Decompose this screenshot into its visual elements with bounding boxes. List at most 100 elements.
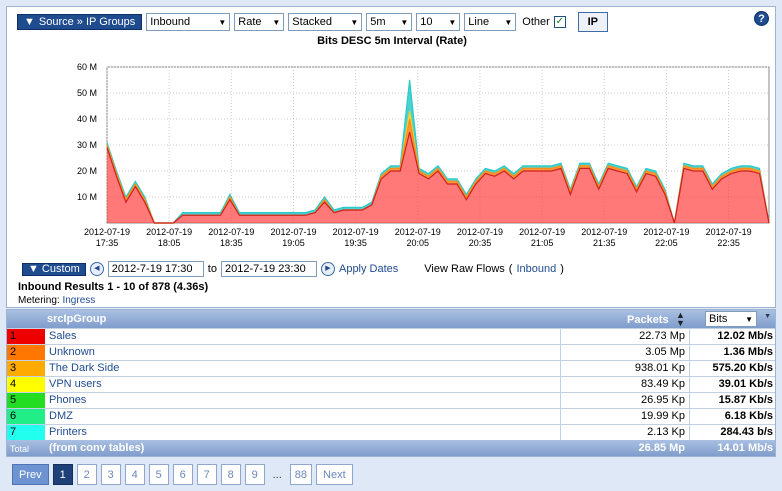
page-button[interactable]: 9 — [244, 464, 265, 485]
packets-cell: 19.99 Kp — [640, 410, 685, 422]
table-row: 3 The Dark Side 938.01 Kp 575.20 Kb/s — [7, 360, 775, 376]
table-row: 1 Sales 22.73 Mp 12.02 Mb/s — [7, 328, 775, 344]
table-body: 1 Sales 22.73 Mp 12.02 Mb/s 2 Unknown 3.05 Mp 1… — [7, 328, 775, 440]
group-link[interactable]: Sales — [49, 329, 77, 344]
table-row: 2 Unknown 3.05 Mp 1.36 Mb/s — [7, 344, 775, 360]
rank-swatch: 7 — [7, 425, 45, 440]
x-tick-label: 19:35 — [344, 238, 367, 248]
x-tick-label: 2012-07-19 — [643, 227, 689, 237]
ip-button[interactable]: IP — [577, 12, 608, 32]
group-link[interactable]: The Dark Side — [49, 361, 119, 376]
y-tick-label: 10 M — [77, 192, 97, 202]
cell-divider — [560, 329, 561, 344]
groups-menu-button[interactable]: ▼ Source » IP Groups — [17, 14, 143, 30]
count-select[interactable]: 10 ▼ — [416, 13, 461, 31]
rank-swatch: 6 — [7, 409, 45, 424]
toolbar: ▼ Source » IP Groups Inbound ▼ Rate ▼ Stac… — [17, 12, 608, 32]
y-tick-label: 20 M — [77, 166, 97, 176]
page-button[interactable]: 4 — [124, 464, 145, 485]
column-header-name[interactable]: srcIpGroup — [47, 313, 106, 325]
prev-range-icon[interactable]: ◀ — [89, 262, 104, 276]
page-button[interactable]: 8 — [220, 464, 241, 485]
bits-cell: 284.43 b/s — [689, 425, 775, 440]
column-header-packets[interactable]: Packets — [627, 314, 669, 326]
x-tick-label: 22:35 — [717, 238, 740, 248]
x-tick-label: 2012-07-19 — [270, 227, 316, 237]
style-select[interactable]: Line ▼ — [464, 13, 517, 31]
page-button[interactable]: 1 — [52, 464, 73, 485]
packets-cell: 2.13 Kp — [647, 426, 685, 438]
metering-link[interactable]: Ingress — [62, 295, 95, 306]
rank-swatch: 1 — [7, 329, 45, 344]
traffic-chart: 10 M20 M30 M40 M50 M60 M2012-07-1917:352… — [77, 62, 770, 248]
page-button[interactable]: 7 — [196, 464, 217, 485]
bits-unit-select[interactable]: Bits ▼ — [705, 311, 757, 327]
page-button[interactable]: 2 — [76, 464, 97, 485]
y-tick-label: 60 M — [77, 62, 97, 72]
date-range-row: ▼ Custom ◀ 2012-7-19 17:30 to 2012-7-19 … — [22, 261, 564, 277]
packets-cell: 22.73 Mp — [639, 330, 685, 342]
page-button[interactable]: 6 — [172, 464, 193, 485]
x-tick-label: 21:05 — [531, 238, 554, 248]
group-link[interactable]: DMZ — [49, 409, 73, 424]
y-tick-label: 40 M — [77, 114, 97, 124]
x-tick-label: 2012-07-19 — [581, 227, 627, 237]
page-button[interactable]: 5 — [148, 464, 169, 485]
x-tick-label: 20:05 — [407, 238, 430, 248]
raw-flows-inbound-link[interactable]: Inbound — [516, 263, 556, 275]
chevron-down-icon: ▼ — [272, 17, 281, 27]
help-icon[interactable]: ? — [754, 11, 769, 26]
x-tick-label: 2012-07-19 — [706, 227, 752, 237]
other-checkbox[interactable]: ✓ — [553, 16, 566, 28]
x-tick-label: 2012-07-19 — [208, 227, 254, 237]
cell-divider — [560, 425, 561, 440]
to-date-input[interactable]: 2012-7-19 23:30 — [220, 261, 317, 277]
bits-cell: 575.20 Kb/s — [689, 361, 775, 376]
mode-select[interactable]: Stacked ▼ — [288, 13, 363, 31]
group-link[interactable]: VPN users — [49, 377, 102, 392]
next-page-button[interactable]: Next — [316, 464, 353, 485]
chevron-down-icon: ▼ — [350, 17, 359, 27]
x-tick-label: 17:35 — [96, 238, 119, 248]
group-link[interactable]: Phones — [49, 393, 86, 408]
group-link[interactable]: Unknown — [49, 345, 95, 360]
x-tick-label: 21:35 — [593, 238, 616, 248]
to-label: to — [207, 263, 217, 275]
page-button[interactable]: 3 — [100, 464, 121, 485]
apply-dates-link[interactable]: Apply Dates — [339, 263, 398, 275]
cell-divider — [560, 393, 561, 408]
total-row: Total (from conv tables) 26.85 Mp 14.01 … — [7, 440, 775, 456]
y-tick-label: 30 M — [77, 140, 97, 150]
prev-page-button[interactable]: Prev — [12, 464, 49, 485]
from-date-input[interactable]: 2012-7-19 17:30 — [107, 261, 204, 277]
table-row: 6 DMZ 19.99 Kp 6.18 Kb/s — [7, 408, 775, 424]
bits-cell: 39.01 Kb/s — [689, 377, 775, 392]
group-link[interactable]: Printers — [49, 425, 87, 440]
x-tick-label: 2012-07-19 — [519, 227, 565, 237]
packets-cell: 3.05 Mp — [645, 346, 685, 358]
chevron-down-icon: ▼ — [218, 17, 227, 27]
triangle-down-icon: ▼ — [24, 16, 35, 28]
raw-flows-label: View Raw Flows — [424, 263, 505, 275]
packets-cell: 83.49 Kp — [640, 378, 685, 390]
x-tick-label: 19:05 — [282, 238, 305, 248]
metric-select[interactable]: Rate ▼ — [234, 13, 285, 31]
rank-swatch: 5 — [7, 393, 45, 408]
packets-cell: 938.01 Kp — [634, 362, 685, 374]
chevron-down-icon: ▼ — [745, 314, 753, 324]
direction-select[interactable]: Inbound ▼ — [146, 13, 231, 31]
custom-range-button[interactable]: ▼ Custom — [22, 262, 86, 276]
chevron-down-icon: ▼ — [448, 17, 457, 27]
column-menu-icon[interactable]: ▼ — [764, 313, 771, 320]
x-tick-label: 22:05 — [655, 238, 678, 248]
sort-icon[interactable]: ▲ ▼ — [676, 311, 685, 328]
next-range-icon[interactable]: ▶ — [320, 262, 335, 276]
page-button[interactable]: 88 — [289, 464, 313, 485]
results-table: srcIpGroup Packets ▲ ▼ Bits ▼ ▼ 1 Sales 22.7… — [6, 309, 776, 457]
cell-divider — [560, 377, 561, 392]
interval-select[interactable]: 5m ▼ — [366, 13, 413, 31]
cell-divider — [560, 345, 561, 360]
x-tick-label: 20:35 — [469, 238, 492, 248]
pagination: Prev 1 2 3 4 5 6 7 8 9... 88 Next — [12, 464, 353, 485]
x-tick-label: 18:05 — [158, 238, 181, 248]
